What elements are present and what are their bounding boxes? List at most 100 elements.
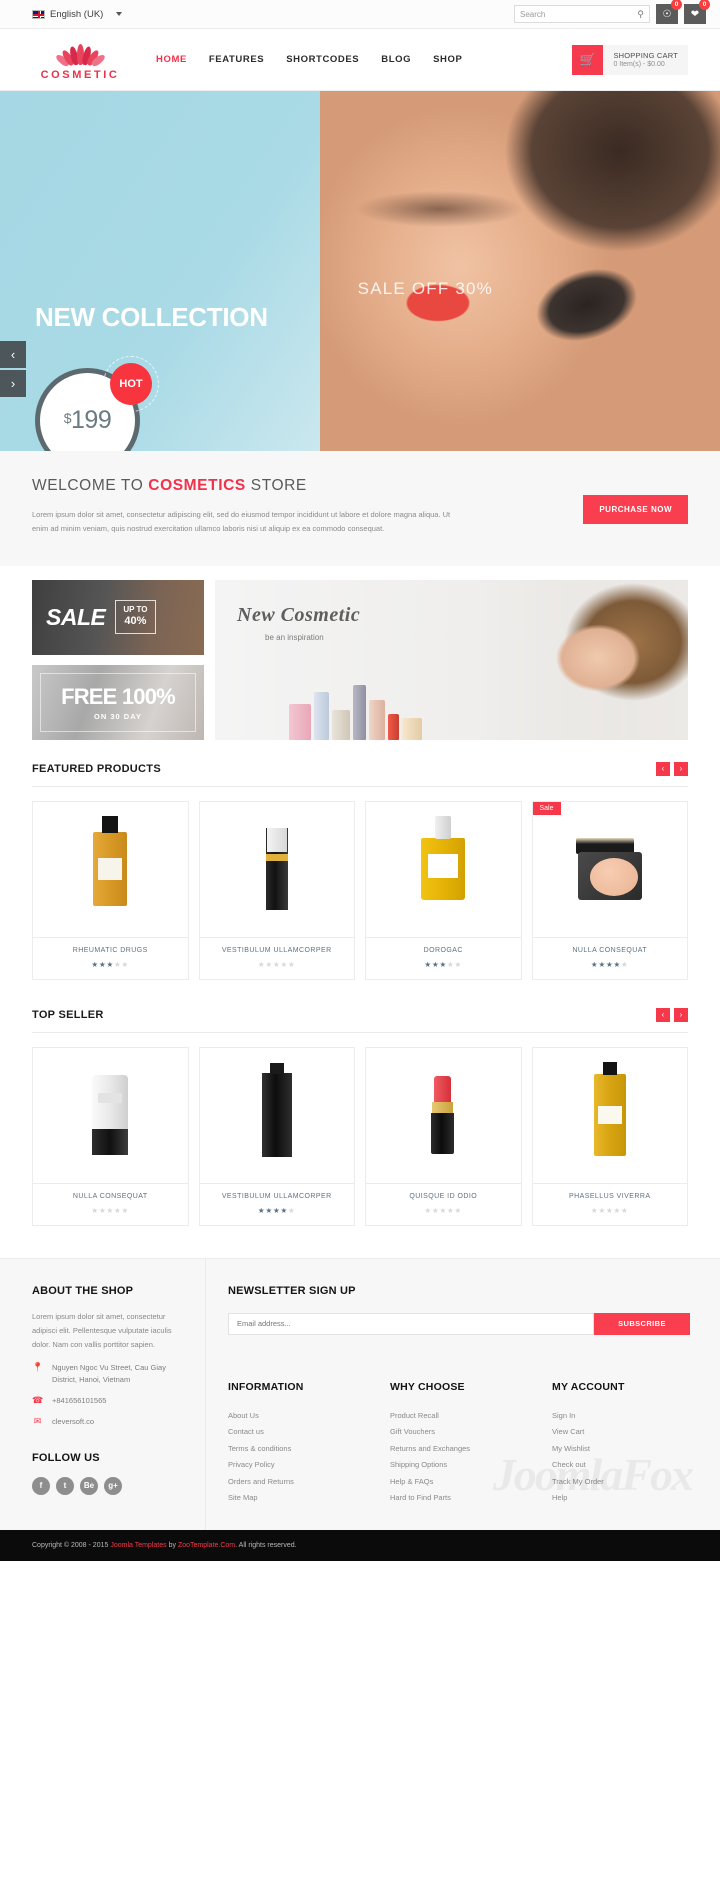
nav-item-shop[interactable]: SHOP <box>433 54 462 65</box>
footer-link[interactable]: Gift Vouchers <box>390 1427 528 1436</box>
chevron-down-icon <box>116 12 123 16</box>
product-name: DOROGAC <box>423 946 463 954</box>
footer-link[interactable]: Contact us <box>228 1427 366 1436</box>
top-seller-prev-button[interactable]: ‹ <box>656 1007 670 1022</box>
phone-icon: ☎ <box>32 1394 44 1405</box>
promo-banners: SALE UP TO 40% FREE 100% ON 30 DAY New C… <box>18 566 702 740</box>
product-card[interactable]: QUISQUE ID ODIO ★★★★★ <box>365 1046 522 1226</box>
footer-link[interactable]: Check out <box>552 1460 690 1469</box>
footer-column-information: INFORMATION About Us Contact us Terms & … <box>228 1381 366 1510</box>
product-card[interactable]: RHEUMATIC DRUGS ★★★★★ <box>32 800 189 980</box>
search-icon: ⚲ <box>637 8 644 19</box>
language-label: English (UK) <box>50 8 104 20</box>
product-card[interactable]: PHASELLUS VIVERRA ★★★★★ <box>531 1046 688 1226</box>
welcome-title-pre: WELCOME TO <box>32 477 144 494</box>
search-input[interactable]: Search ⚲ <box>514 5 650 23</box>
copyright-link-joomla[interactable]: Joomla Templates <box>110 1542 166 1549</box>
welcome-section: WELCOME TO COSMETICS STORE Lorem ipsum d… <box>0 451 720 566</box>
subscribe-button[interactable]: SUBSCRIBE <box>594 1312 690 1335</box>
nav-item-blog[interactable]: BLOG <box>381 54 411 65</box>
purchase-now-button[interactable]: PURCHASE NOW <box>583 495 688 524</box>
compare-button[interactable]: ☉ 0 <box>656 0 682 24</box>
welcome-title: WELCOME TO COSMETICS STORE <box>32 477 583 495</box>
promo-percent: 40% <box>124 615 147 628</box>
wishlist-badge: 0 <box>699 0 710 10</box>
footer-link[interactable]: Track My Order <box>552 1477 690 1486</box>
search-placeholder: Search <box>520 9 546 19</box>
welcome-paragraph: Lorem ipsum dolor sit amet, consectetur … <box>32 510 451 533</box>
product-card[interactable]: Sale NULLA CONSEQUAT ★★★★★ <box>531 800 688 980</box>
slider-next-button[interactable]: › <box>0 370 26 397</box>
product-name: VESTIBULUM ULLAMCORPER <box>221 1192 332 1200</box>
footer-link[interactable]: Shipping Options <box>390 1460 528 1469</box>
cart-icon: 🛒 <box>572 44 604 75</box>
product-card[interactable]: NULLA CONSEQUAT ★★★★★ <box>32 1046 189 1226</box>
product-card[interactable]: VESTIBULUM ULLAMCORPER ★★★★★ <box>198 800 355 980</box>
lotus-flower-icon <box>32 39 128 68</box>
product-image <box>532 1047 687 1183</box>
google-plus-icon[interactable]: g+ <box>104 1476 122 1495</box>
behance-icon[interactable]: Be <box>80 1476 98 1495</box>
footer-link[interactable]: Orders and Returns <box>228 1477 366 1486</box>
footer-link[interactable]: View Cart <box>552 1427 690 1436</box>
nav-item-shortcodes[interactable]: SHORTCODES <box>286 54 359 65</box>
logo[interactable]: COSMETIC <box>32 39 128 81</box>
product-name: RHEUMATIC DRUGS <box>72 946 148 954</box>
footer-column-my-account: MY ACCOUNT Sign In View Cart My Wishlist… <box>552 1381 690 1510</box>
nav-item-home[interactable]: HOME <box>156 54 187 65</box>
twitter-icon[interactable]: t <box>56 1476 74 1495</box>
currency-symbol: $ <box>63 410 72 426</box>
footer-link[interactable]: Hard to Find Parts <box>390 1493 528 1502</box>
sale-badge: Sale <box>532 801 561 815</box>
featured-products-title: FEATURED PRODUCTS <box>32 762 161 775</box>
price-amount: 199 <box>71 406 112 434</box>
footer-link[interactable]: About Us <box>228 1411 366 1420</box>
promo-sale-word: SALE <box>46 603 106 630</box>
newsletter-email-input[interactable] <box>228 1312 594 1335</box>
column-title: WHY CHOOSE <box>390 1380 465 1393</box>
top-seller-next-button[interactable]: › <box>674 1007 688 1022</box>
hot-badge: HOT <box>110 363 152 405</box>
footer-link[interactable]: Sign In <box>552 1411 690 1420</box>
slider-prev-button[interactable]: ‹ <box>0 341 26 368</box>
footer-links-row: INFORMATION About Us Contact us Terms & … <box>228 1371 690 1510</box>
hero-text: SALE OFF 30% NEW COLLECTION <box>35 279 495 333</box>
footer-link[interactable]: Site Map <box>228 1493 366 1502</box>
language-selector[interactable]: English (UK) <box>32 8 123 20</box>
featured-prev-button[interactable]: ‹ <box>656 761 670 776</box>
product-image <box>366 1047 521 1183</box>
footer-link[interactable]: Help & FAQs <box>390 1477 528 1486</box>
footer-link[interactable]: Product Recall <box>390 1411 528 1420</box>
product-rating: ★★★★★ <box>590 959 629 969</box>
footer-link[interactable]: Privacy Policy <box>228 1460 366 1469</box>
promo-banner-free[interactable]: FREE 100% ON 30 DAY <box>32 664 204 740</box>
footer-link[interactable]: Returns and Exchanges <box>390 1444 528 1453</box>
contact-email: ✉ cleversoft.co <box>32 1416 189 1428</box>
footer-link[interactable]: Help <box>552 1493 690 1502</box>
welcome-title-post: STORE <box>250 477 307 494</box>
promo-banner-sale[interactable]: SALE UP TO 40% <box>32 579 204 655</box>
footer-link[interactable]: Terms & conditions <box>228 1444 366 1453</box>
featured-next-button[interactable]: › <box>674 761 688 776</box>
cart-summary: SHOPPING CART 0 Item(s) - $0.00 <box>603 44 688 75</box>
top-seller-title: TOP SELLER <box>32 1008 104 1021</box>
footer-column-why-choose: WHY CHOOSE Product Recall Gift Vouchers … <box>390 1381 528 1510</box>
nav-item-features[interactable]: FEATURES <box>209 54 264 65</box>
new-cosmetic-title: New Cosmetic <box>237 603 361 626</box>
page-root: English (UK) Search ⚲ ☉ 0 ❤ 0 COSMETIC H… <box>0 0 720 1561</box>
product-card[interactable]: DOROGAC ★★★★★ <box>365 800 522 980</box>
welcome-title-brand: COSMETICS <box>148 477 246 494</box>
contact-address: 📍 Nguyen Ngoc Vu Street, Cau Giay Distri… <box>32 1362 189 1386</box>
facebook-icon[interactable]: f <box>32 1476 50 1495</box>
footer-link[interactable]: My Wishlist <box>552 1444 690 1453</box>
copyright-link-zootemplate[interactable]: ZooTemplate.Com <box>178 1542 235 1549</box>
main-nav: HOME FEATURES SHORTCODES BLOG SHOP <box>156 54 462 65</box>
product-card[interactable]: VESTIBULUM ULLAMCORPER ★★★★★ <box>198 1046 355 1226</box>
product-name: NULLA CONSEQUAT <box>572 946 648 954</box>
product-image <box>532 801 687 937</box>
promo-banner-new-cosmetic[interactable]: New Cosmetic be an inspiration <box>215 579 688 740</box>
shopping-cart-button[interactable]: 🛒 SHOPPING CART 0 Item(s) - $0.00 <box>572 44 688 75</box>
wishlist-button[interactable]: ❤ 0 <box>684 0 710 24</box>
newsletter-title: NEWSLETTER SIGN UP <box>228 1284 356 1297</box>
product-image <box>33 801 188 937</box>
